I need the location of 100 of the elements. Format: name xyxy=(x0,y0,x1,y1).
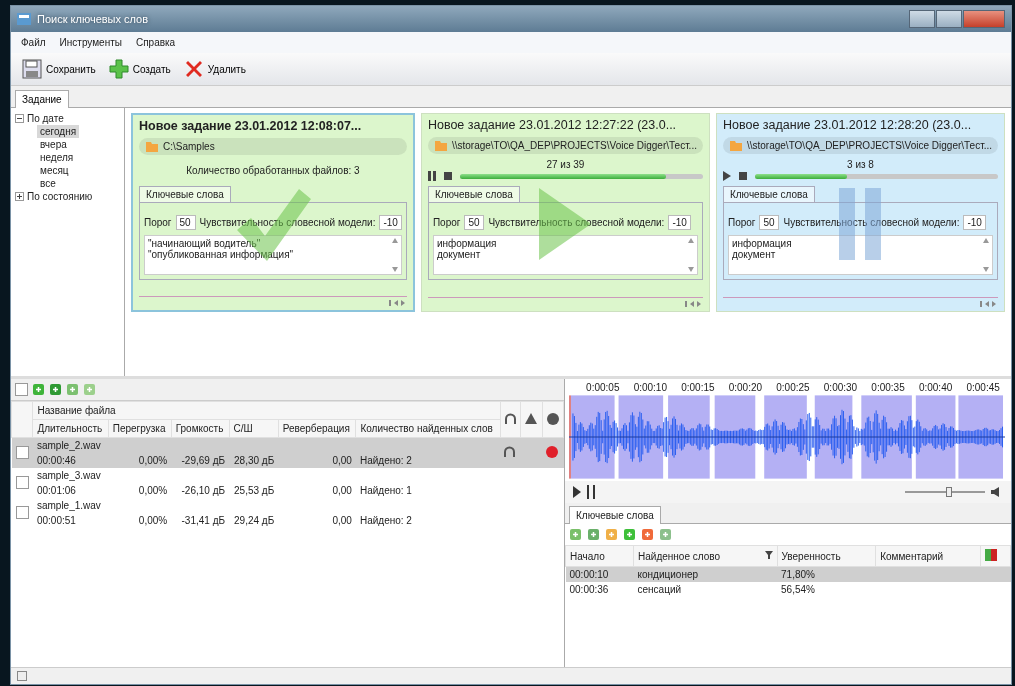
row-checkbox[interactable] xyxy=(15,505,29,519)
path-field: C:\Samples xyxy=(139,138,407,155)
column-header[interactable]: Уверенность xyxy=(777,545,876,567)
stop-icon[interactable] xyxy=(443,172,452,180)
keywords-tab[interactable]: Ключевые слова xyxy=(569,506,661,524)
table-cell: 0,00% xyxy=(108,453,172,468)
color-marker-icon xyxy=(984,549,997,561)
table-cell-text: 00:00:51 xyxy=(35,514,77,528)
waveform-drawing[interactable] xyxy=(569,395,1005,479)
pause-icon[interactable] xyxy=(427,171,436,181)
menu-item[interactable]: Файл xyxy=(21,37,46,48)
keywords-tab[interactable]: Ключевые слова xyxy=(139,186,231,202)
toolbar-button[interactable]: Сохранить xyxy=(19,56,98,82)
folder-icon xyxy=(728,139,743,152)
table-cell-text: 29,24 дБ xyxy=(233,514,276,528)
collapse-icon[interactable] xyxy=(15,114,24,123)
play-icon[interactable] xyxy=(573,486,581,498)
time-tick: 0:00:40 xyxy=(918,382,953,393)
minimize-button[interactable] xyxy=(909,10,935,28)
table-cell: сенсаций xyxy=(633,582,777,597)
task-card[interactable]: Новое задание 23.01.2012 12:08:07... C:\Samples Количество обработанных файлов: 3 Ключевые слова Порог 50 Чувствительность словесной модели: -10 "начинающий водитель" "опубликованная информация" xyxy=(131,113,415,312)
threshold-field[interactable]: 50 xyxy=(464,215,485,230)
tree-item[interactable]: вчера xyxy=(37,138,70,151)
keywords-tab[interactable]: Ключевые слова xyxy=(427,186,520,202)
tab[interactable]: Задание xyxy=(15,90,69,108)
menu-item[interactable]: Справка xyxy=(135,37,176,48)
close-button[interactable] xyxy=(963,10,1005,28)
table-cell-text: -31,41 дБ xyxy=(180,514,227,528)
time-tick: 0:00:20 xyxy=(728,382,763,393)
table-cell: 00:00:36 xyxy=(565,582,634,597)
task-title: Новое задание 23.01.2012 12:27:22 (23.0... xyxy=(427,118,678,132)
tree-item[interactable]: месяц xyxy=(37,164,72,177)
keyword-item: "опубликованная информация" xyxy=(148,249,295,260)
sensitivity-field[interactable]: -10 xyxy=(379,215,402,230)
toolbar-button[interactable]: Создать xyxy=(105,56,173,82)
threshold-label: Порог xyxy=(727,217,756,228)
column-header[interactable]: Название файла xyxy=(32,401,501,420)
sensitivity-field[interactable]: -10 xyxy=(668,215,691,230)
tree-item[interactable]: сегодня xyxy=(37,125,80,138)
file-name: sample_1.wav xyxy=(35,499,102,513)
tree-item[interactable]: неделя xyxy=(37,151,77,164)
toolbar-button[interactable]: Удалить xyxy=(180,56,248,82)
scroll-up-icon[interactable] xyxy=(687,238,694,243)
headphones-icon xyxy=(504,412,516,425)
task-card[interactable]: Новое задание 23.01.2012 12:27:22 (23.0... \\storage\TO\QA_DEP\PROJECTS\Voice Digger\Тест... 27 из 39 Ключевые слова Порог 50 Чувствительность словесной модели: -10 информация документ xyxy=(420,113,710,312)
threshold-field[interactable]: 50 xyxy=(175,215,196,230)
table-cell: 56,54% xyxy=(777,582,876,597)
column-header[interactable]: Найденное слово xyxy=(633,545,777,567)
task-title: Новое задание 23.01.2012 12:28:20 (23.0... xyxy=(722,118,973,132)
tree-item[interactable]: По состоянию xyxy=(27,191,93,202)
scroll-up-icon[interactable] xyxy=(983,238,989,243)
path-field: \\storage\TO\QA_DEP\PROJECTS\Voice Digger\Тест... xyxy=(722,137,998,154)
time-tick: 0:00:35 xyxy=(871,382,905,393)
maximize-button[interactable] xyxy=(936,10,962,28)
time-tick: 0:00:05 xyxy=(586,382,620,393)
table-cell: -29,69 дБ xyxy=(171,453,230,468)
progress-label: 3 из 8 xyxy=(847,159,874,170)
pager-icon[interactable] xyxy=(388,300,407,306)
scroll-up-icon[interactable] xyxy=(391,238,398,243)
tree-item[interactable]: все xyxy=(37,177,59,190)
scroll-down-icon[interactable] xyxy=(983,267,989,272)
files-count: Количество обработанных файлов: 3 xyxy=(185,164,361,178)
pager-icon[interactable] xyxy=(980,301,998,307)
tree-item[interactable]: По дате xyxy=(27,113,64,124)
folder-icon xyxy=(433,139,448,152)
plus-icon xyxy=(107,58,130,80)
pager-icon[interactable] xyxy=(684,301,703,307)
task-title: Новое задание 23.01.2012 12:08:07... xyxy=(139,119,363,133)
table-cell-text: 0,00 xyxy=(331,484,353,498)
sensitivity-label: Чувствительность словесной модели: xyxy=(199,217,376,228)
keyword-item: документ xyxy=(436,249,482,260)
row-checkbox[interactable] xyxy=(15,475,29,489)
table-cell: 28,30 дБ xyxy=(229,453,279,468)
select-all-checkbox[interactable] xyxy=(15,383,28,396)
column-header[interactable]: Комментарий xyxy=(875,545,981,567)
keywords-tab[interactable]: Ключевые слова xyxy=(722,186,815,202)
stop-icon[interactable] xyxy=(738,172,747,180)
menu-item[interactable]: Инструменты xyxy=(59,37,122,48)
sensitivity-field[interactable]: -10 xyxy=(963,215,986,230)
time-tick: 0:00:15 xyxy=(681,382,715,393)
task-card[interactable]: Новое задание 23.01.2012 12:28:20 (23.0... \\storage\TO\QA_DEP\PROJECTS\Voice Digger\Тест... 3 из 8 Ключевые слова Порог 50 Чувствительность словесной модели: -10 информация документ xyxy=(715,113,1005,312)
expand-icon[interactable] xyxy=(15,192,24,201)
keyword-item: информация xyxy=(436,238,498,249)
threshold-field[interactable]: 50 xyxy=(759,215,780,230)
scroll-down-icon[interactable] xyxy=(391,267,398,272)
play-icon[interactable] xyxy=(722,171,731,181)
table-cell-text: 00:01:06 xyxy=(35,484,77,498)
keywords-list[interactable]: информация документ xyxy=(727,235,993,275)
app-icon xyxy=(17,13,31,25)
scroll-down-icon[interactable] xyxy=(687,267,694,272)
table-cell-text: Найдено: 2 xyxy=(358,514,413,528)
progress-label: 27 из 39 xyxy=(546,159,585,170)
row-checkbox[interactable] xyxy=(15,445,29,459)
keywords-list[interactable]: информация документ xyxy=(432,235,698,275)
sensitivity-label: Чувствительность словесной модели: xyxy=(783,217,960,228)
keywords-list[interactable]: "начинающий водитель" "опубликованная информация" xyxy=(144,235,402,275)
table-cell: Найдено: 2 xyxy=(355,453,501,468)
table-cell-text: 0,00 xyxy=(331,514,353,528)
column-header[interactable]: Начало xyxy=(565,545,634,567)
pause-icon[interactable] xyxy=(587,485,595,499)
